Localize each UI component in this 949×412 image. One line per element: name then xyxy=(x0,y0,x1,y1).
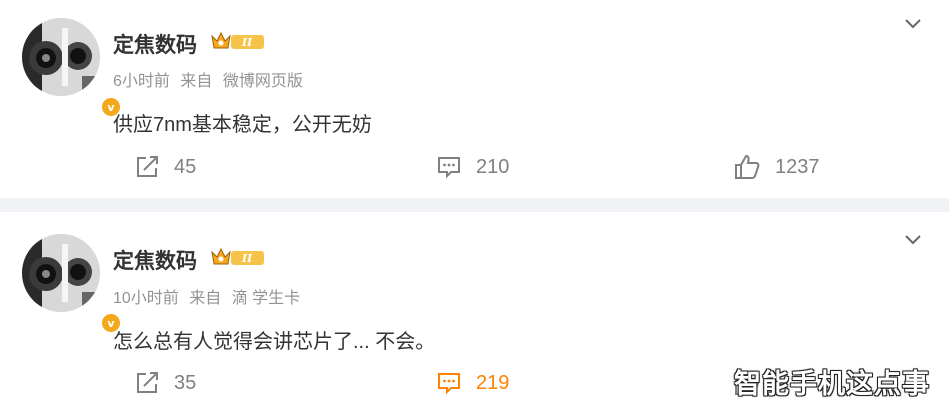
repost-icon xyxy=(137,372,158,393)
rank-badge-icon[interactable]: II xyxy=(210,246,266,268)
chevron-down-icon[interactable] xyxy=(903,230,923,250)
comment-icon xyxy=(438,157,460,179)
avatar-image xyxy=(22,18,100,96)
avatar[interactable]: v xyxy=(22,18,122,118)
avatar-image xyxy=(22,234,100,312)
post-content: 供应7nm基本稳定，公开无妨 xyxy=(113,114,372,136)
comment-button[interactable]: 210 xyxy=(436,152,509,182)
author-name[interactable]: 定焦数码 xyxy=(113,245,197,275)
post-time[interactable]: 6小时前 xyxy=(113,73,170,90)
comment-count: 210 xyxy=(476,155,510,178)
source-prefix: 来自 xyxy=(189,290,222,307)
watermark: 智能手机这点事 xyxy=(734,369,930,399)
comment-icon xyxy=(438,373,460,395)
rank-level: II xyxy=(241,252,253,265)
chevron-down-icon[interactable] xyxy=(903,14,923,34)
post-divider xyxy=(0,198,949,212)
comment-count: 219 xyxy=(476,371,510,394)
post-meta: 6小时前 来自 微博网页版 xyxy=(113,67,309,91)
repost-count: 35 xyxy=(174,371,197,394)
post-content: 怎么总有人觉得会讲芯片了... 不会。 xyxy=(113,331,436,353)
post-card: v 定焦数码 II 6小时前 来自 微博网页版 供应7nm基本稳定，公开无妨 4… xyxy=(0,0,949,198)
post-time[interactable]: 10小时前 xyxy=(113,290,179,307)
post-meta: 10小时前 来自 滴 学生卡 xyxy=(113,284,306,308)
source-prefix: 来自 xyxy=(180,73,213,90)
like-count: 1237 xyxy=(775,155,820,178)
comment-button[interactable]: 219 xyxy=(436,368,509,398)
post-source[interactable]: 滴 学生卡 xyxy=(232,290,300,307)
repost-icon xyxy=(137,156,158,177)
avatar[interactable]: v xyxy=(22,234,122,334)
author-name[interactable]: 定焦数码 xyxy=(113,29,197,59)
repost-count: 45 xyxy=(174,155,197,178)
post-source[interactable]: 微博网页版 xyxy=(223,73,303,90)
repost-button[interactable]: 45 xyxy=(134,152,196,182)
repost-button[interactable]: 35 xyxy=(134,368,196,398)
like-button[interactable]: 1237 xyxy=(733,152,820,182)
thumbs-up-icon xyxy=(735,154,760,179)
rank-badge-icon[interactable]: II xyxy=(210,30,266,52)
rank-level: II xyxy=(241,36,253,49)
